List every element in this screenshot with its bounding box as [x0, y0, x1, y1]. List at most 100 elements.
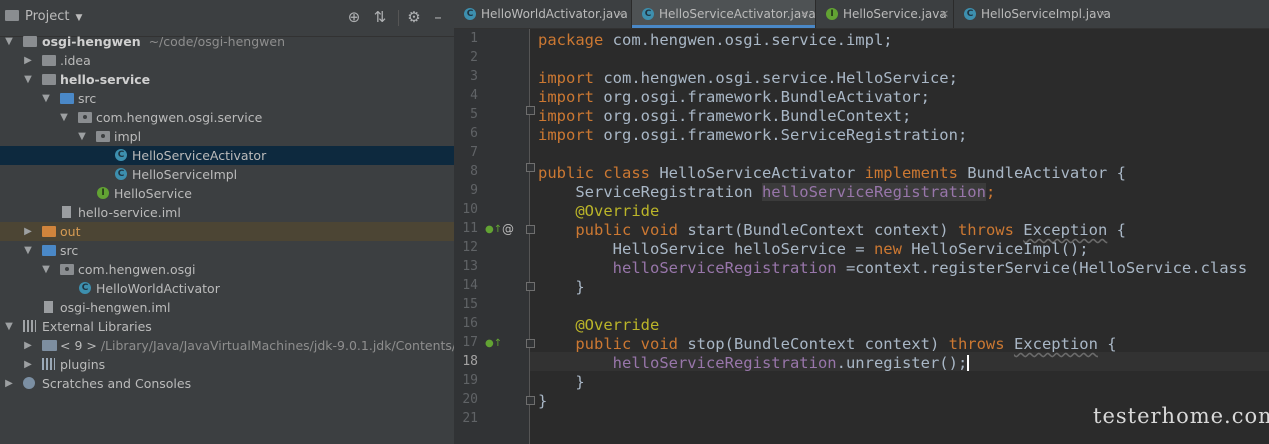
interface-label: HelloService — [114, 186, 192, 201]
keyword: import — [538, 69, 594, 87]
project-view-selector[interactable]: Project ▼ — [5, 9, 82, 24]
line-number: 20 — [462, 392, 478, 407]
implements-marker-icon[interactable]: ●↑ — [485, 224, 502, 235]
tab-hello-world-activator[interactable]: C HelloWorldActivator.java × — [454, 0, 631, 28]
tree-item-pkg-service[interactable]: ▼ com.hengwen.osgi.service — [0, 108, 454, 127]
tree-item-root[interactable]: ▼ osgi-hengwen ~/code/osgi-hengwen — [0, 32, 454, 51]
field-name: helloServiceRegistration — [538, 354, 837, 372]
code-text: stop(BundleContext context) — [677, 335, 949, 353]
module-folder-icon — [42, 74, 56, 85]
implements-marker-icon[interactable]: ●↑ — [485, 338, 502, 349]
gear-icon[interactable]: ⚙ — [405, 8, 423, 26]
text-cursor — [967, 355, 970, 371]
tree-item-interface[interactable]: I HelloService — [0, 184, 454, 203]
collapse-icon[interactable]: ⇅ — [371, 8, 389, 26]
expand-arrow-icon[interactable]: ▼ — [3, 317, 15, 336]
tree-item-src[interactable]: ▼ src — [0, 89, 454, 108]
hello-iml-label: hello-service.iml — [78, 205, 181, 220]
close-icon[interactable]: × — [616, 0, 625, 28]
root-iml-label: osgi-hengwen.iml — [60, 300, 171, 315]
annotation-marker-icon[interactable]: @ — [502, 222, 514, 236]
locate-icon[interactable]: ⊕ — [345, 8, 363, 26]
tab-hello-service-activator[interactable]: C HelloServiceActivator.java × — [632, 0, 816, 28]
tree-item-external-libraries[interactable]: ▼ External Libraries — [0, 317, 454, 336]
expand-arrow-icon[interactable]: ▼ — [76, 127, 88, 146]
plugins-label: plugins — [60, 357, 106, 372]
src-label: src — [78, 91, 97, 106]
close-icon[interactable]: × — [940, 0, 949, 28]
line-number: 2 — [470, 50, 478, 65]
keyword: public void — [538, 221, 678, 239]
source-folder-icon — [42, 245, 56, 256]
collapse-arrow-icon[interactable]: ▶ — [22, 355, 34, 374]
tree-item-activator[interactable]: C HelloServiceActivator — [0, 146, 454, 165]
exception-type: Exception — [1023, 221, 1108, 239]
fold-icon[interactable] — [526, 339, 535, 348]
line-number: 10 — [462, 202, 478, 217]
keyword: public void — [538, 335, 678, 353]
tree-item-idea[interactable]: ▶ .idea — [0, 51, 454, 70]
collapse-arrow-icon[interactable]: ▶ — [22, 222, 34, 241]
gutter-separator — [529, 29, 530, 444]
code-line-1: package com.hengwen.osgi.service.impl; — [538, 31, 893, 50]
fold-icon[interactable] — [526, 282, 535, 291]
tree-item-pkg-osgi[interactable]: ▼ com.hengwen.osgi — [0, 260, 454, 279]
collapse-arrow-icon[interactable]: ▶ — [3, 374, 15, 393]
expand-arrow-icon[interactable]: ▼ — [3, 32, 15, 51]
collapse-arrow-icon[interactable]: ▶ — [22, 336, 34, 355]
keyword: import — [538, 107, 594, 125]
tree-item-world-activator[interactable]: C HelloWorldActivator — [0, 279, 454, 298]
collapse-arrow-icon[interactable]: ▶ — [22, 51, 34, 70]
fold-icon[interactable] — [526, 163, 535, 172]
code-text: ServiceRegistration — [538, 183, 762, 201]
hide-icon[interactable]: – — [429, 8, 447, 26]
expand-arrow-icon[interactable]: ▼ — [58, 108, 70, 127]
tree-item-src2[interactable]: ▼ src — [0, 241, 454, 260]
code-line-14: } — [538, 278, 584, 297]
package-icon — [96, 131, 110, 142]
tree-item-jdk[interactable]: ▶ < 9 > /Library/Java/JavaVirtualMachine… — [0, 336, 454, 355]
field-name: helloServiceRegistration — [761, 183, 986, 201]
code-line-6: import org.osgi.framework.ServiceRegistr… — [538, 126, 967, 145]
line-number-current: 18 — [462, 354, 478, 369]
line-number: 14 — [462, 278, 478, 293]
line-number: 5 — [470, 107, 478, 122]
fold-icon[interactable] — [526, 106, 535, 115]
code-text: HelloServiceImpl(); — [901, 240, 1089, 258]
code-editor[interactable]: 1 2 3 4 5 6 7 8 9 10 11 12 13 14 15 16 1… — [454, 29, 1269, 444]
editor-tab-bar: C HelloWorldActivator.java × C HelloServ… — [454, 0, 1269, 29]
code-text: HelloService helloService = — [538, 240, 874, 258]
line-number: 13 — [462, 259, 478, 274]
close-icon[interactable]: × — [800, 0, 809, 28]
tree-item-out[interactable]: ▶ out — [0, 222, 454, 241]
tree-item-hello-iml[interactable]: hello-service.iml — [0, 203, 454, 222]
expand-arrow-icon[interactable]: ▼ — [40, 260, 52, 279]
tree-item-impl-class[interactable]: C HelloServiceImpl — [0, 165, 454, 184]
tree-item-scratches[interactable]: ▶ Scratches and Consoles — [0, 374, 454, 393]
line-number: 8 — [470, 164, 478, 179]
expand-arrow-icon[interactable]: ▼ — [22, 70, 34, 89]
class-name: HelloServiceActivator — [649, 164, 865, 182]
tab-hello-service[interactable]: I HelloService.java × — [816, 0, 953, 28]
code-line-10: @Override — [538, 202, 659, 221]
world-activator-label: HelloWorldActivator — [96, 281, 220, 296]
tree-item-plugins[interactable]: ▶ plugins — [0, 355, 454, 374]
keyword: import — [538, 88, 594, 106]
expand-arrow-icon[interactable]: ▼ — [40, 89, 52, 108]
class-icon: C — [642, 8, 654, 20]
fold-icon[interactable] — [526, 225, 535, 234]
annotation: @Override — [538, 202, 660, 220]
tree-item-impl[interactable]: ▼ impl — [0, 127, 454, 146]
close-icon[interactable]: × — [1098, 0, 1107, 28]
tree-item-hello-service[interactable]: ▼ hello-service — [0, 70, 454, 89]
code-line-12: HelloService helloService = new HelloSer… — [538, 240, 1089, 259]
line-number: 21 — [462, 411, 478, 426]
tab-hello-service-impl[interactable]: C HelloServiceImpl.java × — [954, 0, 1114, 28]
code-text: org.osgi.framework.ServiceRegistration; — [594, 126, 968, 144]
scratches-label: Scratches and Consoles — [42, 376, 192, 391]
fold-icon[interactable] — [526, 396, 535, 405]
expand-arrow-icon[interactable]: ▼ — [22, 241, 34, 260]
keyword: public class — [538, 164, 650, 182]
tree-item-root-iml[interactable]: osgi-hengwen.iml — [0, 298, 454, 317]
